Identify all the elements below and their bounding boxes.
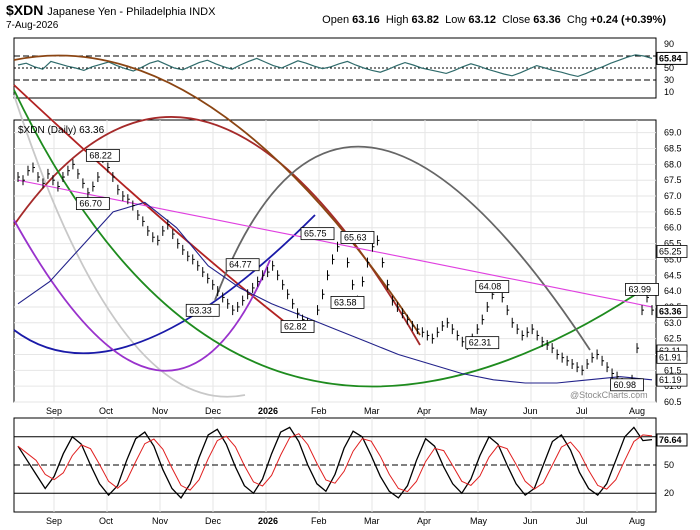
chart-canvas: 103050709065.8460.561.061.562.062.563.06… [13,37,688,526]
stochastic-tick-label: 50 [664,460,674,470]
x-axis-label: Apr [417,406,431,416]
price-tick-label: 63.0 [664,318,682,328]
x-axis-label: Dec [205,516,222,526]
stochastic-last-value: 76.64 [659,435,682,445]
price-tick-label: 60.5 [664,397,682,407]
x-axis-label: Feb [311,516,327,526]
x-axis-label: Nov [152,516,169,526]
x-axis-label: Oct [99,516,114,526]
price-annotation: 65.75 [304,229,327,239]
x-axis-label: Sep [46,516,62,526]
x-axis-label: Mar [364,516,380,526]
price-tick-label: 68.5 [664,144,682,154]
rsi-tick-label: 10 [664,87,674,97]
price-annotation: 60.98 [614,380,637,390]
rsi-tick-label: 90 [664,39,674,49]
price-right-label: 61.91 [659,352,682,362]
x-axis-label: Aug [629,406,645,416]
price-annotation: 62.31 [469,338,492,348]
watermark: @StockCharts.com [570,390,648,400]
x-axis-label: Mar [364,406,380,416]
price-annotation: 62.82 [284,321,307,331]
x-axis-label: Dec [205,406,222,416]
price-right-label: 63.36 [659,306,682,316]
price-annotation: 66.70 [79,199,102,209]
price-tick-label: 68.0 [664,159,682,169]
x-axis-label: Feb [311,406,327,416]
price-annotation: 64.08 [479,282,502,292]
x-axis-label: May [470,516,488,526]
x-axis-label: May [470,406,488,416]
x-axis-label: Sep [46,406,62,416]
price-annotation: 63.99 [629,284,652,294]
price-tick-label: 67.0 [664,191,682,201]
x-axis-label: Apr [417,516,431,526]
x-axis-label: Jul [576,406,588,416]
stochastic-tick-label: 20 [664,488,674,498]
price-right-label: 65.25 [659,246,682,256]
rsi-last-value: 65.84 [659,53,682,63]
rsi-tick-label: 30 [664,75,674,85]
x-axis-label: Oct [99,406,114,416]
x-axis-label: Jun [523,406,538,416]
price-right-label: 61.19 [659,375,682,385]
price-tick-label: 64.0 [664,286,682,296]
x-axis-label: Jul [576,516,588,526]
x-axis-label: Aug [629,516,645,526]
price-annotation: 63.58 [334,297,357,307]
x-axis-label: Jun [523,516,538,526]
price-tick-label: 69.0 [664,128,682,138]
price-tick-label: 62.5 [664,334,682,344]
x-axis-label: 2026 [258,516,278,526]
price-tick-label: 66.5 [664,207,682,217]
price-tick-label: 64.5 [664,270,682,280]
price-annotation: 65.63 [344,232,367,242]
x-axis-label: 2026 [258,406,278,416]
price-annotation: 63.33 [189,305,212,315]
price-annotation: 64.77 [229,260,252,270]
price-annotation: 68.22 [89,150,112,160]
price-tick-label: 66.0 [664,223,682,233]
price-panel [13,119,657,403]
x-axis-label: Nov [152,406,169,416]
price-tick-label: 67.5 [664,175,682,185]
price-legend: $XDN (Daily) 63.36 [18,125,105,136]
